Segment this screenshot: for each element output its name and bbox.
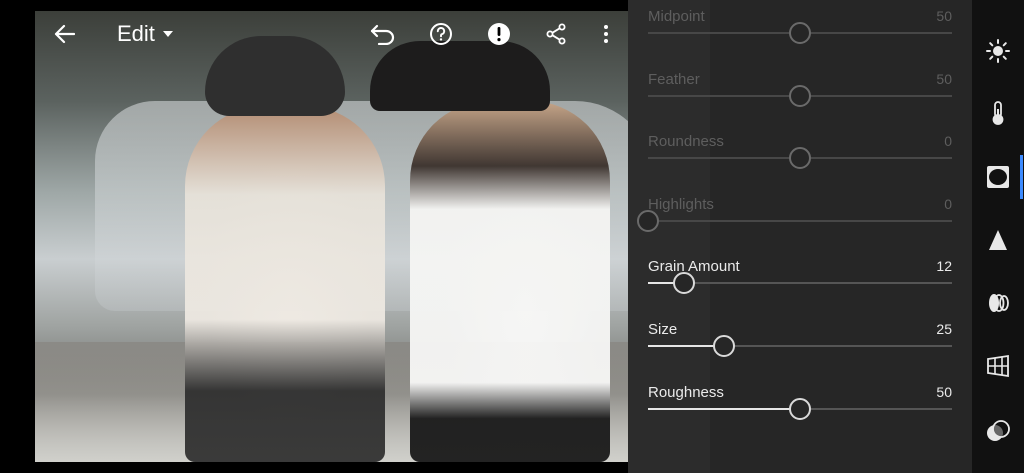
detail-icon (989, 230, 1007, 250)
detail-tool-button[interactable] (985, 227, 1011, 253)
slider-label: Grain Amount (648, 258, 740, 275)
color-temperature-icon (992, 101, 1004, 125)
slider-track[interactable] (648, 85, 952, 107)
slider-track[interactable] (648, 272, 952, 294)
slider-fill (648, 408, 800, 410)
more-icon (604, 25, 608, 43)
color-tool-button[interactable] (985, 100, 1011, 126)
optics-icon (989, 294, 1009, 312)
slider-thumb[interactable] (637, 210, 659, 232)
slider-label: Roughness (648, 384, 724, 401)
share-icon (546, 23, 566, 45)
slider-track[interactable] (648, 398, 952, 420)
slider-thumb[interactable] (789, 147, 811, 169)
slider-track[interactable] (648, 335, 952, 357)
presets-tool-button[interactable] (985, 418, 1011, 444)
person-right (410, 101, 610, 462)
optics-tool-button[interactable] (985, 290, 1011, 316)
chevron-down-icon (162, 31, 173, 37)
slider-thumb[interactable] (789, 85, 811, 107)
edit-menu-dropdown[interactable]: Edit (117, 21, 173, 46)
effects-vignette-icon (987, 166, 1009, 188)
light-tool-button[interactable] (985, 38, 1011, 64)
more-options-button[interactable] (596, 22, 616, 46)
adjustment-panel: Midpoint 50 Feather 50 Roundness 0 Highl… (628, 0, 972, 473)
slider-value: 12 (936, 258, 952, 274)
slider-thumb[interactable] (789, 398, 811, 420)
person-left (185, 106, 385, 462)
slider-value: 0 (944, 196, 952, 212)
slider-label: Feather (648, 71, 700, 88)
slider-thumb[interactable] (713, 335, 735, 357)
slider-label: Roundness (648, 133, 724, 150)
effects-tool-button[interactable] (985, 164, 1011, 190)
help-button[interactable] (429, 22, 453, 46)
share-button[interactable] (545, 22, 567, 46)
active-tool-indicator (1020, 155, 1023, 199)
alert-icon (488, 23, 510, 45)
slider-track[interactable] (648, 147, 952, 169)
slider-value: 50 (936, 8, 952, 24)
photo-canvas[interactable] (35, 11, 628, 462)
back-button[interactable] (52, 22, 76, 46)
slider-track[interactable] (648, 22, 952, 44)
geometry-icon (987, 354, 1009, 378)
alert-button[interactable] (487, 22, 511, 46)
slider-label: Midpoint (648, 8, 705, 25)
undo-icon (370, 24, 395, 45)
help-icon (430, 23, 452, 45)
hat-right (370, 41, 550, 111)
slider-label: Size (648, 321, 678, 338)
slider-track[interactable] (637, 210, 952, 232)
tool-rail (972, 0, 1024, 473)
presets-icon (987, 420, 1010, 441)
geometry-tool-button[interactable] (985, 353, 1011, 379)
slider-value: 50 (936, 384, 952, 400)
slider-label: Highlights (648, 196, 714, 213)
slider-value: 25 (936, 321, 952, 337)
edit-menu-label: Edit (117, 21, 155, 46)
back-arrow-icon (54, 24, 75, 44)
undo-button[interactable] (370, 22, 396, 46)
slider-value: 50 (936, 71, 952, 87)
light-icon (986, 39, 1010, 63)
slider-value: 0 (944, 133, 952, 149)
hat-left (205, 36, 345, 116)
slider-thumb[interactable] (789, 22, 811, 44)
